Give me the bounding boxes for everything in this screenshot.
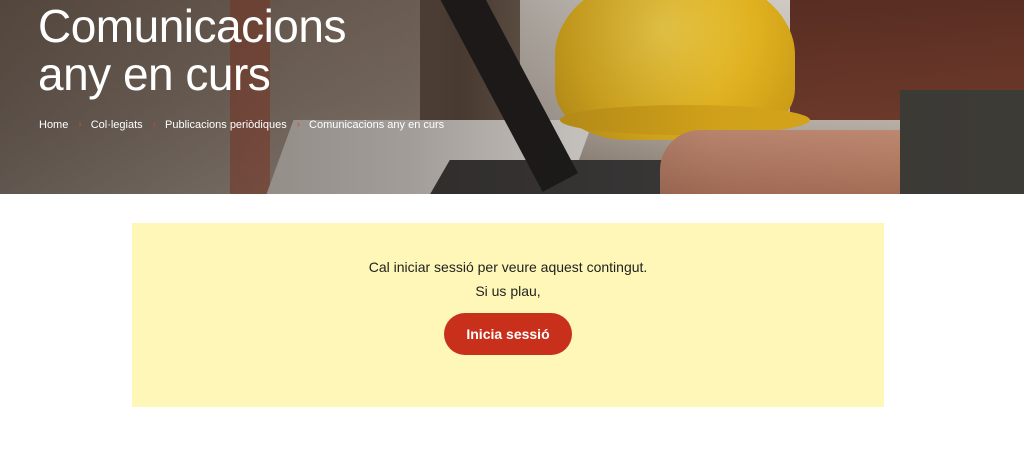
chevron-right-icon: › — [78, 118, 82, 130]
notice-prompt: Si us plau, — [475, 283, 541, 299]
breadcrumb-home[interactable]: Home — [39, 119, 68, 131]
notice-message: Cal iniciar sessió per veure aquest cont… — [368, 259, 648, 275]
page-title-line-1: Comunicacions — [38, 0, 346, 52]
hero-banner: Comunicacions any en curs Home › Col·leg… — [0, 0, 1024, 194]
chevron-right-icon: › — [296, 118, 301, 130]
breadcrumb-current: Comunicacions any en curs — [309, 119, 445, 131]
page-title: Comunicacions any en curs — [38, 2, 458, 98]
login-required-notice: Cal iniciar sessió per veure aquest cont… — [132, 223, 884, 407]
breadcrumb-publicacions[interactable]: Publicacions periòdiques — [165, 119, 287, 131]
chevron-right-icon: › — [152, 118, 156, 130]
page-title-line-2: any en curs — [38, 48, 271, 100]
breadcrumb: Home › Col·legiats › Publicacions periòd… — [39, 118, 445, 132]
login-button[interactable]: Inicia sessió — [444, 313, 572, 355]
breadcrumb-collegiats[interactable]: Col·legiats — [91, 119, 143, 131]
